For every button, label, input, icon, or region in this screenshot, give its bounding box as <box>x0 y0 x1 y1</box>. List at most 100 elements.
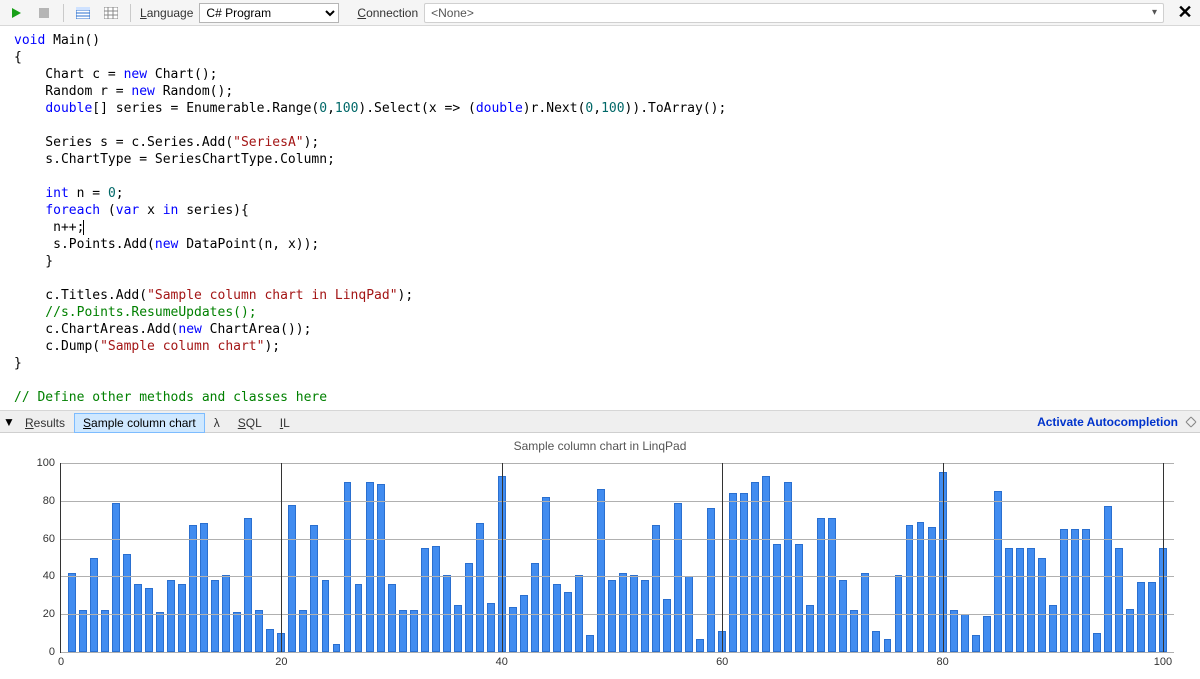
chart-bar <box>1016 548 1024 652</box>
chart-bar <box>950 610 958 652</box>
chart-bar <box>167 580 175 652</box>
chart-bar <box>906 525 914 652</box>
chart-bar <box>652 525 660 652</box>
chart-bar <box>542 497 550 652</box>
chart-bar <box>961 614 969 652</box>
chart-bar <box>399 610 407 652</box>
toolbar: Language C# Program Connection <None> ▾ … <box>0 0 1200 26</box>
collapse-results-button[interactable]: ▼ <box>2 415 16 429</box>
chart-bar <box>1148 582 1156 652</box>
y-tick-label: 60 <box>43 533 61 545</box>
connection-label: Connection <box>355 6 420 20</box>
chart-bar <box>355 584 363 652</box>
chart-bar <box>597 489 605 652</box>
stop-icon <box>38 7 50 19</box>
chart-bar <box>1071 529 1079 652</box>
chart-bar <box>553 584 561 652</box>
chart-bar <box>134 584 142 652</box>
results-grid-button[interactable] <box>71 2 95 24</box>
chart-bar <box>784 482 792 652</box>
chart-bar <box>994 491 1002 652</box>
chart-bar <box>1137 582 1145 652</box>
chart-bar <box>983 616 991 652</box>
chart-bar <box>1104 506 1112 652</box>
chart-bar <box>740 493 748 652</box>
results-tab[interactable]: IL <box>271 413 299 433</box>
chart-bar <box>322 580 330 652</box>
x-tick-label: 80 <box>936 652 948 668</box>
connection-value: <None> <box>431 6 474 20</box>
chart-bar <box>233 612 241 652</box>
chart-bar <box>101 610 109 652</box>
chart-bar <box>1115 548 1123 652</box>
language-label: Language <box>138 6 195 20</box>
close-button[interactable]: ✕ <box>1174 2 1196 23</box>
x-tick-label: 60 <box>716 652 728 668</box>
chart-bar <box>839 580 847 652</box>
chart-bar <box>972 635 980 652</box>
chart-bar <box>795 544 803 652</box>
chart-bar <box>696 639 704 652</box>
run-button[interactable] <box>4 2 28 24</box>
toolbar-separator <box>130 4 131 22</box>
chart-bar <box>476 523 484 652</box>
x-tick-label: 40 <box>496 652 508 668</box>
results-tab[interactable]: SQL <box>229 413 271 433</box>
chart-bar <box>487 603 495 652</box>
chart-bar <box>90 558 98 653</box>
chart-bar <box>861 573 869 652</box>
chart-bar <box>1038 558 1046 653</box>
overflow-icon[interactable] <box>1182 413 1200 431</box>
chart-bar <box>388 584 396 652</box>
results-panel: Sample column chart in LinqPad 020406080… <box>0 433 1200 679</box>
y-tick-label: 40 <box>43 570 61 582</box>
stop-button[interactable] <box>32 2 56 24</box>
results-tab[interactable]: Results <box>16 413 74 433</box>
chart-bar <box>344 482 352 652</box>
chart-bar <box>751 482 759 652</box>
chart-bar <box>586 635 594 652</box>
chart-bar <box>806 605 814 652</box>
chart-bar <box>211 580 219 652</box>
chart-bar <box>333 644 341 652</box>
chart-bar <box>619 573 627 652</box>
chart-bar <box>1049 605 1057 652</box>
chart-bar <box>377 484 385 652</box>
chart-bar <box>1082 529 1090 652</box>
code-editor[interactable]: void Main(){ Chart c = new Chart(); Rand… <box>0 26 1200 411</box>
results-datagrid-button[interactable] <box>99 2 123 24</box>
chart-bar <box>1093 633 1101 652</box>
chart-bar <box>663 599 671 652</box>
chart-bar <box>1027 548 1035 652</box>
activate-autocompletion-link[interactable]: Activate Autocompletion <box>1037 415 1182 429</box>
chart-bar <box>123 554 131 652</box>
chart-bar <box>189 525 197 652</box>
results-tab[interactable]: λ <box>205 413 229 433</box>
chart-bar <box>200 523 208 652</box>
grid-cells-icon <box>104 7 118 19</box>
language-select[interactable]: C# Program <box>199 3 339 23</box>
y-tick-label: 100 <box>37 457 61 469</box>
chevron-down-icon: ▾ <box>1152 7 1157 18</box>
chart-bar <box>68 573 76 652</box>
chart-bar <box>178 584 186 652</box>
chart-bar <box>1005 548 1013 652</box>
chart-bar <box>266 629 274 652</box>
grid-rows-icon <box>76 7 90 19</box>
chart-bar <box>454 605 462 652</box>
y-tick-label: 20 <box>43 608 61 620</box>
chart-bar <box>641 580 649 652</box>
chart-bar <box>299 610 307 652</box>
chart-bar <box>366 482 374 652</box>
chart-bar <box>850 610 858 652</box>
y-tick-label: 80 <box>43 495 61 507</box>
chart-bar <box>729 493 737 652</box>
results-tab[interactable]: Sample column chart <box>74 413 205 433</box>
chart-bar <box>707 508 715 652</box>
chart-bar <box>79 610 87 652</box>
x-tick-label: 100 <box>1154 652 1172 668</box>
connection-select[interactable]: <None> ▾ <box>424 3 1164 23</box>
chart-bar <box>564 592 572 652</box>
chart-bar <box>928 527 936 652</box>
chart-bar <box>1060 529 1068 652</box>
